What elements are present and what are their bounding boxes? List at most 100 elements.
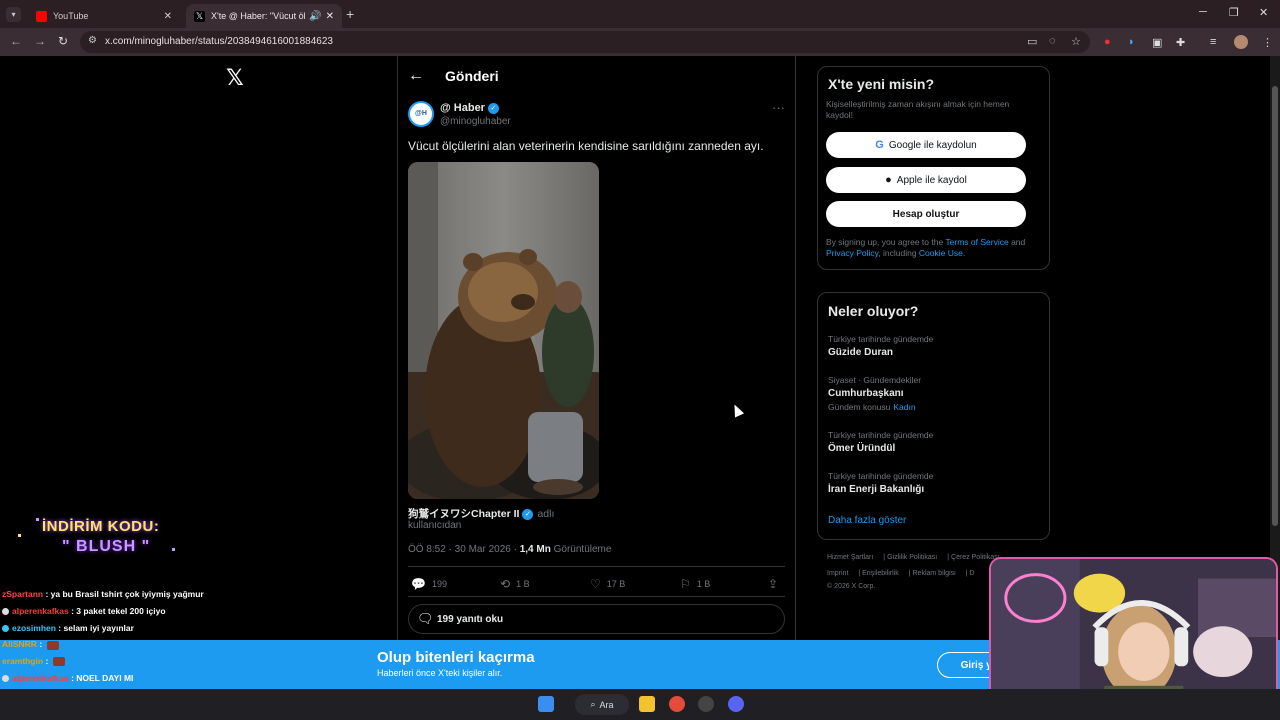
footer-link[interactable]: Imprint xyxy=(827,570,848,577)
read-replies-button[interactable]: 🗨 199 yanıtı oku xyxy=(408,604,785,634)
eye-off-icon[interactable]: ◌ xyxy=(1049,35,1056,47)
site-info-icon[interactable]: ⚙ xyxy=(88,35,97,46)
terms-link[interactable]: Terms of Service xyxy=(945,237,1008,247)
media-attribution-user[interactable]: 狗鷲イヌワシChapter II ✓ adlı xyxy=(408,506,554,521)
discord-icon[interactable] xyxy=(728,696,744,712)
privacy-link[interactable]: Privacy Policy xyxy=(826,248,878,258)
read-replies-label: 199 yanıtı oku xyxy=(437,614,504,625)
footer-link[interactable]: Erişilebilirlik xyxy=(862,570,899,577)
more-options-icon[interactable]: ··· xyxy=(772,100,785,115)
promo-code-title: İNDİRİM KODU: xyxy=(42,518,160,535)
footer-link[interactable]: Hizmet Şartları xyxy=(827,554,873,561)
chat-username: alperenkafkas xyxy=(12,672,69,683)
extensions-puzzle-icon[interactable]: ✚ xyxy=(1176,36,1185,49)
chrome-icon[interactable] xyxy=(669,696,685,712)
chat-message: alperenkafkas : 3 paket tekel 200 içiyo xyxy=(2,603,242,620)
cast-icon[interactable]: ▭ xyxy=(1027,35,1037,48)
bear-photo-illustration xyxy=(408,162,599,499)
speaker-icon[interactable]: 🔊 xyxy=(309,11,321,22)
create-account-button[interactable]: Hesap oluştur xyxy=(826,201,1026,227)
footer-link[interactable]: Reklam bilgisi xyxy=(913,570,956,577)
chat-text: 3 paket tekel 200 içiyo xyxy=(76,605,166,616)
footer-link[interactable]: D xyxy=(969,570,974,577)
scrollbar-thumb[interactable] xyxy=(1272,86,1278,526)
terms-prefix: By signing up, you agree to the xyxy=(826,237,946,247)
author-avatar[interactable]: @H xyxy=(408,101,434,127)
close-window-icon[interactable]: ✕ xyxy=(1259,6,1268,19)
reload-icon[interactable]: ↻ xyxy=(58,34,68,48)
tab-search-button[interactable]: ▾ xyxy=(6,7,21,22)
chat-username: zSpartann xyxy=(2,589,44,599)
author-name[interactable]: @ Haber ✓ xyxy=(440,102,499,114)
share-icon: ⇪ xyxy=(768,577,779,591)
signup-title: X'te yeni misin? xyxy=(828,76,935,92)
like-button[interactable]: ♡ 17 B xyxy=(590,577,625,591)
back-nav-icon[interactable]: ← xyxy=(10,34,22,48)
cookie-link[interactable]: Cookie Use. xyxy=(919,248,965,258)
tab-x-post[interactable]: 𝕏 X'te @ Haber: "Vücut ölçüle 🔊 ✕ xyxy=(186,4,342,28)
url-text[interactable]: x.com/minogluhaber/status/20384946160018… xyxy=(105,36,333,47)
taskbar-search[interactable]: ⌕ Ara xyxy=(575,694,629,715)
trend-item[interactable]: Türkiye tarihinde gündemde Güzide Duran xyxy=(828,334,933,358)
extension-audio-icon[interactable]: ◗ xyxy=(1128,36,1135,48)
attribution-name[interactable]: 狗鷲イヌワシChapter II xyxy=(408,508,519,520)
address-bar[interactable]: ⚙ x.com/minogluhaber/status/203849461600… xyxy=(80,31,1090,53)
file-explorer-icon[interactable] xyxy=(639,696,655,712)
forward-nav-icon[interactable]: → xyxy=(34,34,46,48)
verified-badge-icon: ✓ xyxy=(522,508,534,520)
show-more-link[interactable]: Daha fazla göster xyxy=(828,515,906,526)
post-header: ← Gönderi xyxy=(398,56,795,96)
chat-emote-icon xyxy=(46,640,59,650)
trend-context: Siyaset · Gündemdekiler xyxy=(828,375,922,385)
promo-code-value: " BLUSH " xyxy=(62,538,151,555)
x-logo-icon[interactable]: 𝕏 xyxy=(226,66,244,91)
trend-item[interactable]: Siyaset · Gündemdekiler Cumhurbaşkanı Gü… xyxy=(828,375,921,412)
stream-promo-overlay: İNDİRİM KODU: " BLUSH " xyxy=(12,508,192,564)
close-tab-icon[interactable]: ✕ xyxy=(326,11,334,22)
tab-youtube[interactable]: YouTube ✕ xyxy=(28,4,180,28)
share-button[interactable]: ⇪ xyxy=(768,577,784,591)
trends-title: Neler oluyor? xyxy=(828,303,919,319)
bookmark-button[interactable]: ⚐ 1 B xyxy=(680,577,710,591)
attribution-line: kullanıcıdan xyxy=(408,520,462,531)
extension-adblock-icon[interactable]: ● xyxy=(1104,36,1111,48)
apple-signup-button[interactable]: ● Apple ile kaydol xyxy=(826,167,1026,193)
trend-context: Türkiye tarihinde gündemde xyxy=(828,471,934,481)
author-name-text[interactable]: @ Haber xyxy=(440,102,485,114)
restore-window-icon[interactable]: ❐ xyxy=(1229,6,1239,19)
new-tab-button[interactable]: + xyxy=(346,6,354,22)
google-icon: G xyxy=(875,139,884,151)
google-signup-button[interactable]: G Google ile kaydolun xyxy=(826,132,1026,158)
trend-sub-link[interactable]: Kadın xyxy=(893,402,915,412)
post-time[interactable]: ÖÖ 8:52 · 30 Mar 2026 · xyxy=(408,544,520,555)
chat-message: eramthgin : xyxy=(2,653,242,670)
minimize-window-icon[interactable]: ─ xyxy=(1199,6,1207,18)
repost-count: 1 B xyxy=(516,579,530,589)
extension-shield-icon[interactable]: ▣ xyxy=(1152,36,1162,49)
reply-count: 199 xyxy=(431,579,447,589)
profile-avatar[interactable] xyxy=(1234,35,1248,49)
trend-item[interactable]: Türkiye tarihinde gündemde İran Enerji B… xyxy=(828,471,933,495)
sparkle-decoration xyxy=(18,534,21,537)
youtube-icon xyxy=(36,10,47,22)
trend-name: Ömer Üründül xyxy=(828,443,896,454)
x-favicon-icon: 𝕏 xyxy=(194,10,205,22)
windows-start-icon[interactable] xyxy=(538,696,554,712)
banner-subtitle: Haberleri önce X'teki kişiler alır. xyxy=(377,668,503,678)
close-tab-icon[interactable]: ✕ xyxy=(164,11,172,22)
repost-button[interactable]: ⟲ 1 B xyxy=(500,577,530,591)
post-media-image[interactable] xyxy=(408,162,599,499)
reply-button[interactable]: 💬 199 xyxy=(411,577,447,591)
obs-icon[interactable] xyxy=(698,696,714,712)
media-controls-icon[interactable]: ≡ xyxy=(1210,36,1216,48)
footer-link[interactable]: Gizlilik Politikası xyxy=(887,554,937,561)
terms-including: , including xyxy=(878,248,919,258)
bookmark-star-icon[interactable]: ☆ xyxy=(1071,35,1081,48)
browser-menu-icon[interactable]: ⋮ xyxy=(1262,36,1273,49)
tab-title: YouTube xyxy=(53,11,89,21)
scrollbar[interactable] xyxy=(1270,56,1280,640)
footer-copyright: © 2026 X Corp. xyxy=(827,583,876,590)
back-arrow-icon[interactable]: ← xyxy=(408,67,424,85)
author-handle[interactable]: @minogluhaber xyxy=(440,116,511,127)
trend-item[interactable]: Türkiye tarihinde gündemde Ömer Üründül xyxy=(828,430,933,454)
